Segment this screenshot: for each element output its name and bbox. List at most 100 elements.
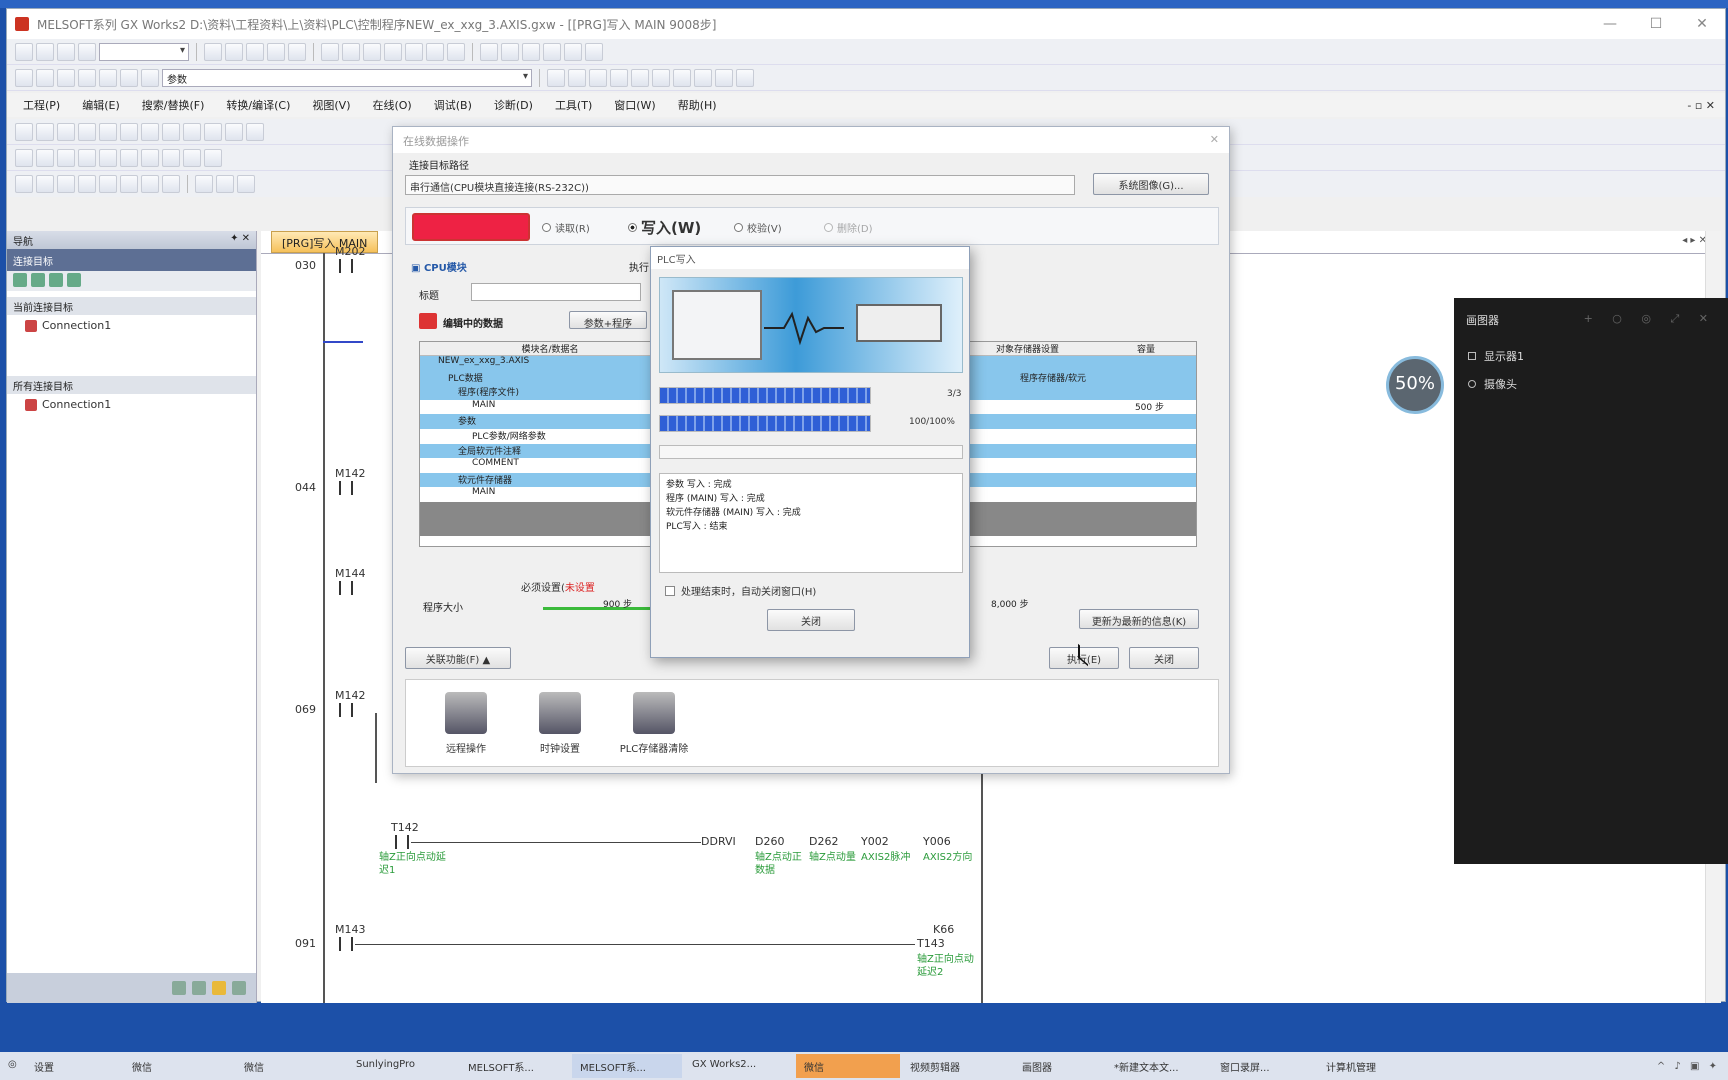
dialog-close-button[interactable]: 关闭 — [1129, 647, 1199, 669]
ladder-icon-3[interactable] — [589, 68, 607, 87]
taskbar-item-wechat-1[interactable]: 微信 — [124, 1054, 234, 1078]
menu-tool[interactable]: 工具(T) — [555, 97, 592, 113]
ladder-icon-4[interactable] — [610, 68, 628, 87]
project-combo[interactable] — [99, 42, 189, 61]
ladder-tool-2[interactable] — [36, 122, 54, 141]
plc-memory-clear-item[interactable]: PLC存储器清除 — [604, 692, 704, 755]
copy-icon[interactable] — [225, 42, 243, 61]
menu-project[interactable]: 工程(P) — [23, 97, 60, 113]
st-tool-7[interactable] — [141, 175, 159, 193]
tool-icon-5[interactable] — [543, 42, 561, 61]
contact-symbol[interactable] — [339, 259, 353, 273]
checkbox-box[interactable] — [665, 585, 675, 596]
print-icon[interactable] — [78, 42, 96, 61]
radio-verify[interactable]: 校验(V) — [734, 220, 782, 235]
ladder-icon-2[interactable] — [568, 68, 586, 87]
current-connection-group[interactable]: 当前连接目标 — [7, 297, 256, 315]
debug-icon[interactable] — [426, 42, 444, 61]
cut-icon[interactable] — [204, 42, 222, 61]
sfc-tool-10[interactable] — [204, 148, 222, 167]
tool-icon-1[interactable] — [447, 42, 465, 61]
operand[interactable]: D262 — [809, 835, 838, 848]
parts-icon[interactable] — [36, 68, 54, 87]
ladder-icon-7[interactable] — [673, 68, 691, 87]
system-image-button[interactable]: 系统图像(G)... — [1093, 173, 1209, 195]
ladder-tool-9[interactable] — [183, 122, 201, 141]
operand[interactable]: D260 — [755, 835, 784, 848]
st-tool-4[interactable] — [78, 175, 96, 193]
menu-help[interactable]: 帮助(H) — [678, 97, 717, 113]
sfc-tool-8[interactable] — [162, 148, 180, 167]
ladder-tool-6[interactable] — [120, 122, 138, 141]
tool-icon-7[interactable] — [585, 42, 603, 61]
tool-icon-6[interactable] — [564, 42, 582, 61]
remote-operation-item[interactable]: 远程操作 — [416, 692, 516, 755]
st-tool-8[interactable] — [162, 175, 180, 193]
contact-symbol[interactable] — [339, 937, 353, 951]
auto-close-checkbox[interactable]: 处理结束时，自动关闭窗口(H) — [665, 583, 816, 598]
operand[interactable]: Y006 — [923, 835, 951, 848]
st-tool-6[interactable] — [120, 175, 138, 193]
sfc-tool-9[interactable] — [183, 148, 201, 167]
ladder-tool-3[interactable] — [57, 122, 75, 141]
taskbar-item-wechat-3[interactable]: 微信 — [796, 1054, 900, 1078]
ladder-tool-4[interactable] — [78, 122, 96, 141]
ladder-tool-11[interactable] — [225, 122, 243, 141]
menu-diagnostics[interactable]: 诊断(D) — [494, 97, 533, 113]
current-connection-item[interactable]: Connection1 — [7, 315, 256, 336]
st-tool-3[interactable] — [57, 175, 75, 193]
ladder-tool-10[interactable] — [204, 122, 222, 141]
find-icon[interactable] — [141, 68, 159, 87]
menu-debug[interactable]: 调试(B) — [434, 97, 472, 113]
dialog-close-icon[interactable]: ✕ — [1210, 133, 1219, 147]
device-list-icon[interactable] — [99, 68, 117, 87]
ladder-tool-1[interactable] — [15, 122, 33, 141]
sfc-tool-5[interactable] — [99, 148, 117, 167]
menu-window[interactable]: 窗口(W) — [614, 97, 655, 113]
open-icon[interactable] — [36, 42, 54, 61]
ladder-icon-9[interactable] — [715, 68, 733, 87]
start-icon[interactable]: ◎ — [0, 1054, 24, 1078]
tab-scroll-controls[interactable]: ◂ ▸ ✕ — [1682, 235, 1707, 246]
tab-cpu-module[interactable]: ▣ CPU模块 — [411, 259, 467, 274]
taskbar-item-window-recorder[interactable]: 窗口录屏... — [1212, 1054, 1316, 1078]
device-label[interactable]: M142 — [335, 467, 366, 480]
connection-dest-icon[interactable] — [212, 981, 226, 995]
ladder-tool-8[interactable] — [162, 122, 180, 141]
sfc-tool-3[interactable] — [57, 148, 75, 167]
sfc-tool-1[interactable] — [15, 148, 33, 167]
radio-read[interactable]: 读取(R) — [542, 220, 590, 235]
device-label[interactable]: M202 — [335, 245, 366, 258]
mdi-controls[interactable]: - ▫ ✕ — [1687, 99, 1715, 112]
menu-find-replace[interactable]: 搜索/替换(F) — [142, 97, 205, 113]
undo-icon[interactable] — [267, 42, 285, 61]
contact-symbol[interactable] — [339, 581, 353, 595]
taskbar-item-gxworks[interactable]: GX Works2... — [684, 1054, 794, 1078]
nav-tool-icon-4[interactable] — [67, 273, 81, 287]
device-label[interactable]: M144 — [335, 567, 366, 580]
ladder-icon-6[interactable] — [652, 68, 670, 87]
project-view-icon[interactable] — [172, 981, 186, 995]
all-connections-group[interactable]: 所有连接目标 — [7, 376, 256, 394]
output-icon[interactable] — [57, 68, 75, 87]
st-tool-9[interactable] — [195, 175, 213, 193]
monitor-icon[interactable] — [384, 42, 402, 61]
sfc-tool-4[interactable] — [78, 148, 96, 167]
menu-online[interactable]: 在线(O) — [372, 97, 411, 113]
menu-view[interactable]: 视图(V) — [312, 97, 350, 113]
nav-toggle-icon[interactable] — [15, 68, 33, 87]
sfc-tool-7[interactable] — [141, 148, 159, 167]
tool-icon-2[interactable] — [480, 42, 498, 61]
menu-convert[interactable]: 转换/编译(C) — [226, 97, 290, 113]
sfc-tool-2[interactable] — [36, 148, 54, 167]
ladder-icon-1[interactable] — [547, 68, 565, 87]
radio-write[interactable]: 写入(W) — [628, 217, 701, 238]
menu-edit[interactable]: 编辑(E) — [82, 97, 120, 113]
monitor-stop-icon[interactable] — [405, 42, 423, 61]
watch-icon[interactable] — [120, 68, 138, 87]
contact-symbol[interactable] — [395, 835, 409, 849]
user-library-icon[interactable] — [192, 981, 206, 995]
ladder-icon-5[interactable] — [631, 68, 649, 87]
taskbar-item-notepad[interactable]: *新建文本文... — [1106, 1054, 1210, 1078]
maximize-button[interactable]: ☐ — [1633, 16, 1679, 32]
